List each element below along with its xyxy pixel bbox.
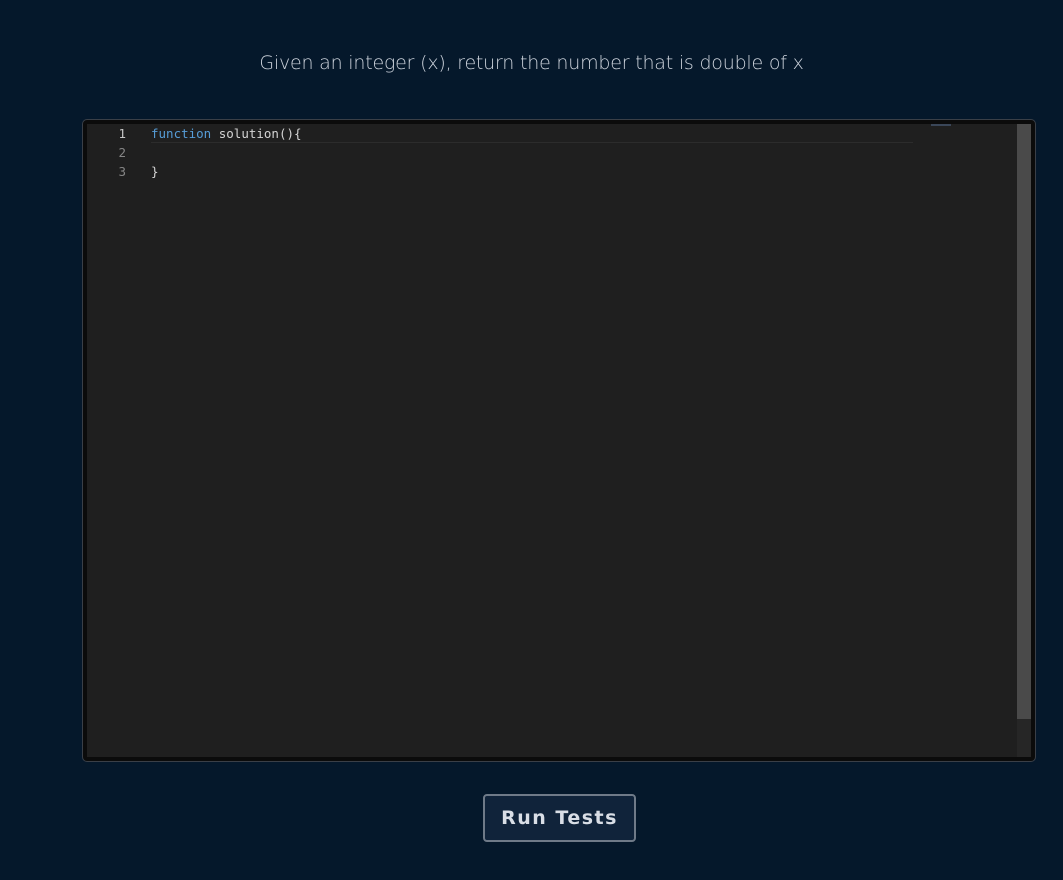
line-number: 1 <box>118 126 126 141</box>
run-tests-button[interactable]: Run Tests <box>483 794 636 842</box>
minimap-indicator <box>931 124 951 126</box>
code-token: } <box>151 164 159 179</box>
vertical-scrollbar[interactable] <box>1017 124 1031 757</box>
code-text-area[interactable]: function solution(){ } <box>151 124 1017 757</box>
code-editor-frame: 1 2 3 function solution(){ } <box>82 119 1036 762</box>
code-editor[interactable]: 1 2 3 function solution(){ } <box>87 124 1031 757</box>
code-line[interactable]: } <box>151 162 159 181</box>
line-number-gutter: 1 2 3 <box>87 124 137 757</box>
code-line[interactable]: function solution(){ <box>151 124 302 143</box>
code-token: solution(){ <box>211 126 302 141</box>
problem-statement: Given an integer (x), return the number … <box>259 52 804 74</box>
keyword-token: function <box>151 126 212 141</box>
scrollbar-thumb[interactable] <box>1017 124 1031 719</box>
line-number: 2 <box>118 145 126 160</box>
line-number: 3 <box>118 164 126 179</box>
